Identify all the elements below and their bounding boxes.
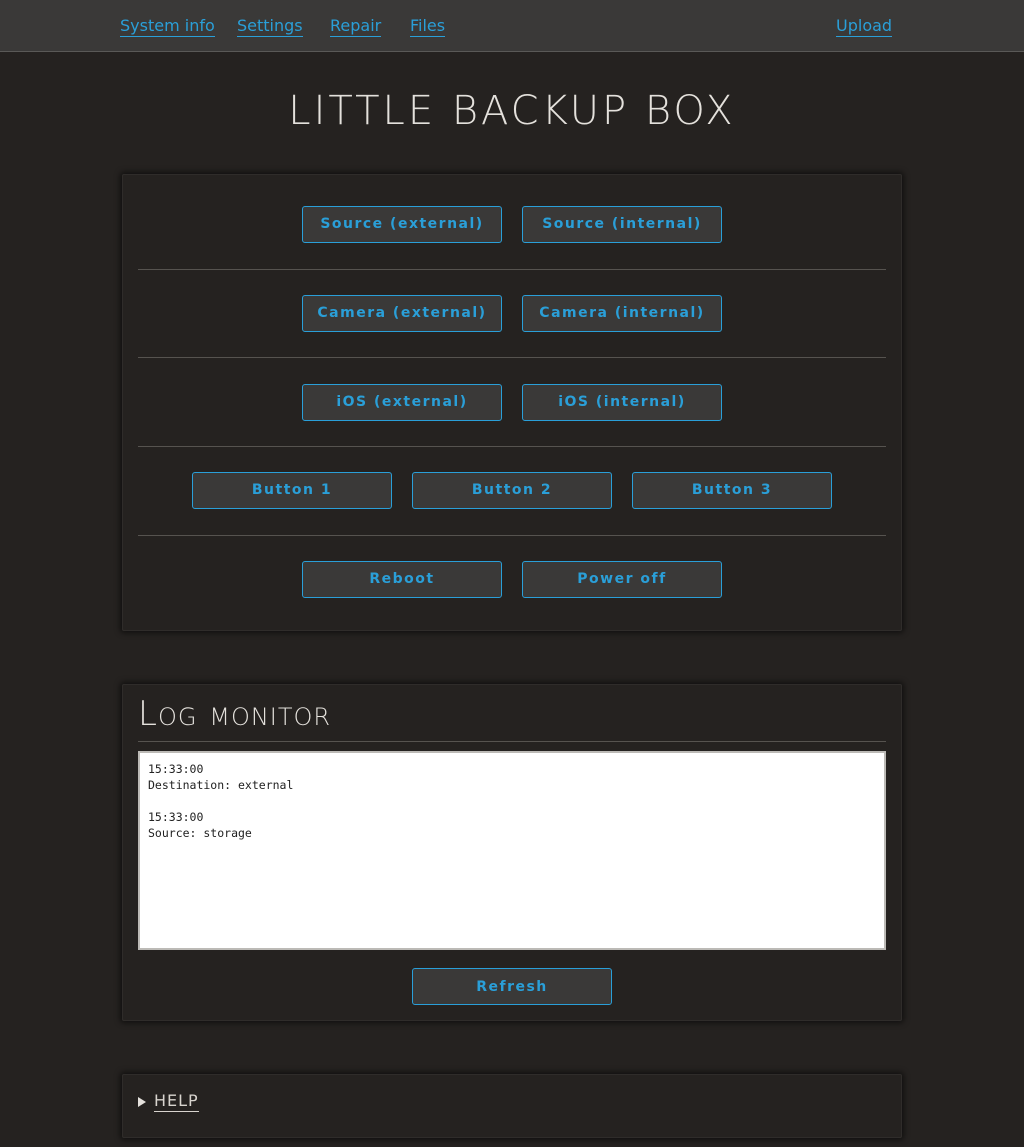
- camera-internal-button[interactable]: Camera (internal): [522, 294, 722, 332]
- nav-settings[interactable]: Settings: [237, 16, 303, 37]
- power-off-button[interactable]: Power off: [522, 560, 722, 598]
- source-row: Source (external) Source (internal): [138, 180, 886, 268]
- nav-upload[interactable]: Upload: [836, 16, 893, 37]
- ios-internal-button[interactable]: iOS (internal): [522, 383, 722, 421]
- help-toggle[interactable]: HELP: [138, 1091, 199, 1112]
- nav-repair[interactable]: Repair: [330, 16, 382, 37]
- ios-external-button[interactable]: iOS (external): [302, 383, 502, 421]
- custom-buttons-row: Button 1 Button 2 Button 3: [138, 446, 886, 534]
- disclosure-triangle-icon: [138, 1096, 146, 1107]
- nav-files[interactable]: Files: [410, 16, 446, 37]
- log-output[interactable]: 15:33:00 Destination: external 15:33:00 …: [138, 751, 886, 950]
- help-label: HELP: [154, 1091, 199, 1112]
- log-monitor-title: Log monitor: [138, 694, 332, 734]
- help-card: HELP: [122, 1074, 902, 1138]
- button-2[interactable]: Button 2: [412, 471, 612, 509]
- reboot-button[interactable]: Reboot: [302, 560, 502, 598]
- divider: [138, 741, 886, 742]
- log-monitor-card: Log monitor 15:33:00 Destination: extern…: [122, 684, 902, 1021]
- source-external-button[interactable]: Source (external): [302, 205, 502, 243]
- ios-row: iOS (external) iOS (internal): [138, 358, 886, 446]
- nav-system-info[interactable]: System info: [120, 16, 215, 37]
- controls-card: Source (external) Source (internal) Came…: [122, 174, 902, 631]
- page-title: LITTLE BACKUP BOX: [288, 88, 736, 134]
- top-nav: System info Settings Repair Files Upload: [0, 0, 1024, 52]
- button-3[interactable]: Button 3: [632, 471, 832, 509]
- button-1[interactable]: Button 1: [192, 471, 392, 509]
- camera-row: Camera (external) Camera (internal): [138, 269, 886, 357]
- refresh-button[interactable]: Refresh: [412, 968, 612, 1005]
- power-row: Reboot Power off: [138, 535, 886, 623]
- refresh-wrap: Refresh: [122, 968, 902, 1005]
- camera-external-button[interactable]: Camera (external): [302, 294, 502, 332]
- source-internal-button[interactable]: Source (internal): [522, 205, 722, 243]
